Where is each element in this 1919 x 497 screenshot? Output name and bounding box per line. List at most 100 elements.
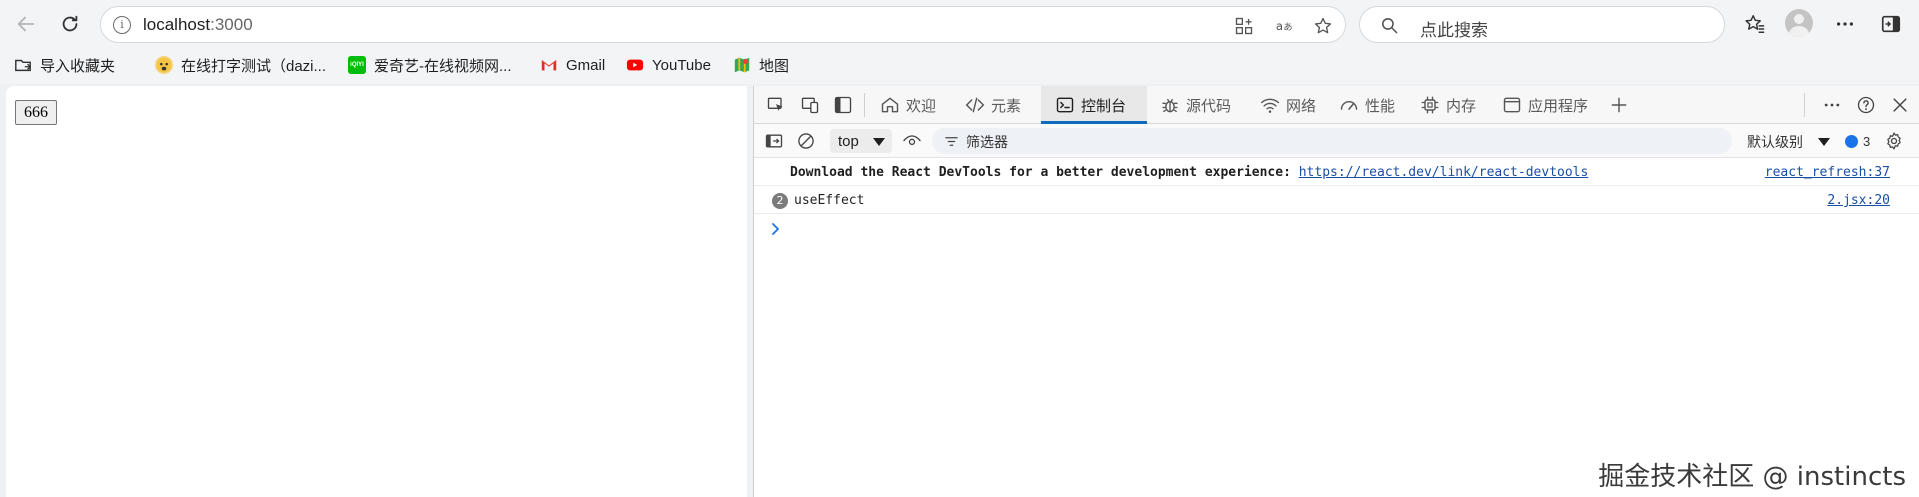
bookmark-iqiyi[interactable]: iQIYI 爱奇艺-在线视频网... bbox=[348, 54, 512, 76]
app-grid-button[interactable] bbox=[1232, 14, 1256, 38]
gauge-icon bbox=[1340, 101, 1358, 110]
device-emulation-button[interactable] bbox=[798, 94, 822, 116]
source-link[interactable]: react_refresh:37 bbox=[1765, 165, 1890, 180]
folder-icon bbox=[14, 56, 32, 74]
message-icon bbox=[1845, 134, 1858, 148]
svg-text:a: a bbox=[1276, 19, 1283, 33]
bookmarks-bar: 导入收藏夹 在线打字测试（dazi... iQIYI 爱奇艺-在线视频网... … bbox=[0, 46, 1919, 84]
sidebar-toggle-icon bbox=[765, 134, 783, 148]
bookmark-maps[interactable]: 地图 bbox=[733, 54, 789, 76]
favorites-button[interactable] bbox=[1740, 9, 1770, 39]
console-toolbar: top 筛选器 默认级别 3 bbox=[754, 124, 1919, 158]
source-link[interactable]: 2.jsx:20 bbox=[1827, 193, 1890, 208]
iqiyi-icon: iQIYI bbox=[348, 56, 366, 74]
tab-elements[interactable]: 元素 bbox=[965, 86, 1021, 124]
refresh-icon bbox=[62, 15, 78, 32]
home-icon bbox=[881, 97, 899, 113]
bookmark-youtube[interactable]: YouTube bbox=[626, 54, 711, 76]
favorite-button[interactable] bbox=[1311, 14, 1335, 38]
console-prompt-icon[interactable] bbox=[770, 222, 782, 236]
app-grid-icon bbox=[1235, 17, 1253, 35]
console-message: 2 useEffect 2.jsx:20 bbox=[754, 186, 1919, 214]
add-tab-button[interactable] bbox=[1607, 94, 1631, 116]
arrow-left-icon bbox=[17, 16, 35, 32]
maps-icon bbox=[733, 56, 751, 74]
tab-label: 元素 bbox=[991, 97, 1022, 115]
dock-toggle-button[interactable] bbox=[831, 94, 855, 116]
sidebar-toggle-button[interactable] bbox=[1876, 9, 1906, 39]
address-bar[interactable]: i localhost:3000 aあ bbox=[100, 6, 1346, 43]
filter-icon bbox=[945, 137, 958, 146]
console-message: Download the React DevTools for a better… bbox=[754, 158, 1919, 186]
star-icon bbox=[1314, 17, 1332, 34]
back-button[interactable] bbox=[10, 8, 42, 40]
search-box[interactable]: 点此搜索 bbox=[1359, 6, 1725, 43]
console-settings-button[interactable] bbox=[1882, 130, 1906, 152]
wifi-icon bbox=[1260, 98, 1280, 113]
search-placeholder: 点此搜索 bbox=[1420, 21, 1488, 40]
console-message-text: Download the React DevTools for a better… bbox=[790, 165, 1588, 180]
tab-memory[interactable]: 内存 bbox=[1420, 86, 1476, 124]
bookmark-typing-test[interactable]: 在线打字测试（dazi... bbox=[155, 54, 326, 76]
console-message-text: useEffect bbox=[794, 193, 865, 208]
tab-label: 欢迎 bbox=[906, 97, 937, 115]
eye-icon bbox=[903, 135, 921, 145]
bookmark-label: 地图 bbox=[759, 57, 790, 75]
svg-text:あ: あ bbox=[1283, 22, 1292, 33]
tab-label: 内存 bbox=[1446, 97, 1477, 115]
tab-network[interactable]: 网络 bbox=[1260, 86, 1316, 124]
context-select[interactable]: top bbox=[830, 129, 892, 153]
dock-icon bbox=[834, 96, 852, 114]
youtube-icon bbox=[626, 56, 644, 74]
tab-label: 性能 bbox=[1365, 97, 1396, 115]
tab-performance[interactable]: 性能 bbox=[1339, 86, 1395, 124]
repeat-count-badge: 2 bbox=[772, 193, 788, 209]
gmail-icon bbox=[540, 56, 558, 74]
address-url[interactable]: localhost:3000 bbox=[143, 15, 253, 35]
tab-console[interactable]: 控制台 bbox=[1041, 86, 1147, 124]
chevron-down-icon bbox=[873, 138, 885, 146]
inspect-element-button[interactable] bbox=[764, 94, 788, 116]
issues-counter[interactable]: 3 bbox=[1845, 132, 1870, 150]
bookmark-label: Gmail bbox=[566, 56, 606, 74]
bookmark-label: 爱奇艺-在线视频网... bbox=[374, 57, 512, 75]
site-favicon bbox=[155, 56, 173, 74]
translate-icon: aあ bbox=[1276, 19, 1293, 33]
bookmark-import[interactable]: 导入收藏夹 bbox=[14, 54, 115, 76]
more-horizontal-icon bbox=[1824, 103, 1840, 107]
avatar[interactable] bbox=[1785, 9, 1813, 37]
help-button[interactable] bbox=[1854, 94, 1878, 116]
read-aloud-button[interactable]: aあ bbox=[1273, 14, 1297, 38]
console-output: Download the React DevTools for a better… bbox=[754, 158, 1919, 235]
tab-label: 网络 bbox=[1286, 97, 1317, 115]
bookmark-label: YouTube bbox=[652, 56, 711, 74]
search-icon bbox=[1381, 17, 1398, 34]
chevron-down-icon[interactable] bbox=[1818, 138, 1830, 146]
devtools-more-button[interactable] bbox=[1820, 94, 1844, 116]
filter-placeholder: 筛选器 bbox=[966, 134, 1008, 150]
sidebar-icon bbox=[1881, 15, 1901, 33]
help-icon bbox=[1857, 96, 1875, 114]
tab-welcome[interactable]: 欢迎 bbox=[880, 86, 936, 124]
console-sidebar-button[interactable] bbox=[762, 130, 786, 152]
bug-icon bbox=[1162, 98, 1178, 113]
inspect-icon bbox=[767, 97, 783, 111]
more-menu-button[interactable] bbox=[1830, 9, 1860, 39]
clear-console-button[interactable] bbox=[794, 130, 818, 152]
bookmark-gmail[interactable]: Gmail bbox=[540, 54, 605, 76]
devtools-tab-bar: 欢迎 元素 控制台 源代码 网络 性能 内存 应用程序 bbox=[754, 86, 1919, 124]
toolbar-divider bbox=[864, 93, 865, 117]
info-icon[interactable]: i bbox=[113, 16, 131, 34]
app-icon bbox=[1503, 97, 1521, 113]
refresh-button[interactable] bbox=[54, 8, 86, 40]
context-value: top bbox=[838, 132, 859, 150]
tab-application[interactable]: 应用程序 bbox=[1502, 86, 1588, 124]
tab-sources[interactable]: 源代码 bbox=[1160, 86, 1231, 124]
tab-label: 控制台 bbox=[1081, 97, 1127, 115]
filter-input[interactable]: 筛选器 bbox=[932, 128, 1732, 154]
live-expression-button[interactable] bbox=[900, 130, 924, 152]
counter-button[interactable]: 666 bbox=[15, 100, 57, 125]
close-devtools-button[interactable] bbox=[1888, 94, 1912, 116]
log-level-select[interactable]: 默认级别 bbox=[1747, 132, 1803, 152]
devtools-link[interactable]: https://react.dev/link/react-devtools bbox=[1299, 165, 1589, 180]
